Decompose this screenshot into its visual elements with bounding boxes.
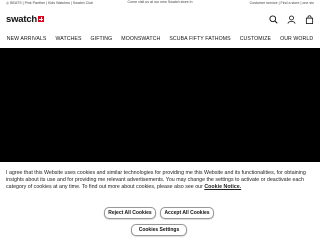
swatch-logo[interactable]: swatch [6,14,45,25]
reject-all-cookies-button[interactable]: Reject All Cookies [104,207,156,219]
cookie-notice-link[interactable]: Cookie Notice. [204,184,241,190]
cookie-consent-body: I agree that this Website uses cookies a… [6,170,306,190]
nav-item-moonswatch[interactable]: MOONSWATCH [117,36,165,42]
search-icon[interactable] [269,15,278,24]
cookie-consent-banner: I agree that this Website uses cookies a… [0,162,320,240]
hero-banner[interactable] [0,48,320,162]
logo-wordmark: swatch [6,14,38,25]
service-links[interactable]: Customer service | Find a store | one st… [250,1,314,5]
cookie-consent-text: I agree that this Website uses cookies a… [6,170,314,191]
accept-all-cookies-button[interactable]: Accept All Cookies [160,207,214,219]
cookies-settings-button[interactable]: Cookies Settings [131,224,187,236]
nav-item-scuba-fifty-fathoms[interactable]: SCUBA FIFTY FATHOMS [165,36,235,42]
nav-item-watches[interactable]: WATCHES [51,36,86,42]
swiss-cross-icon [38,16,45,22]
site-header: swatch [0,9,320,33]
promo-topbar: ◎ BEATS | Pink Panther | Kids Watches | … [0,0,320,8]
account-icon[interactable] [287,15,296,24]
nav-item-our-world[interactable]: OUR WORLD [276,36,318,42]
main-nav: NEW ARRIVALS WATCHES GIFTING MOONSWATCH … [0,33,320,45]
nav-item-new-arrivals[interactable]: NEW ARRIVALS [2,36,51,42]
nav-item-customize[interactable]: CUSTOMIZE [235,36,275,42]
header-icons [269,15,314,24]
nav-item-gifting[interactable]: GIFTING [86,36,117,42]
bag-icon[interactable] [305,15,314,24]
